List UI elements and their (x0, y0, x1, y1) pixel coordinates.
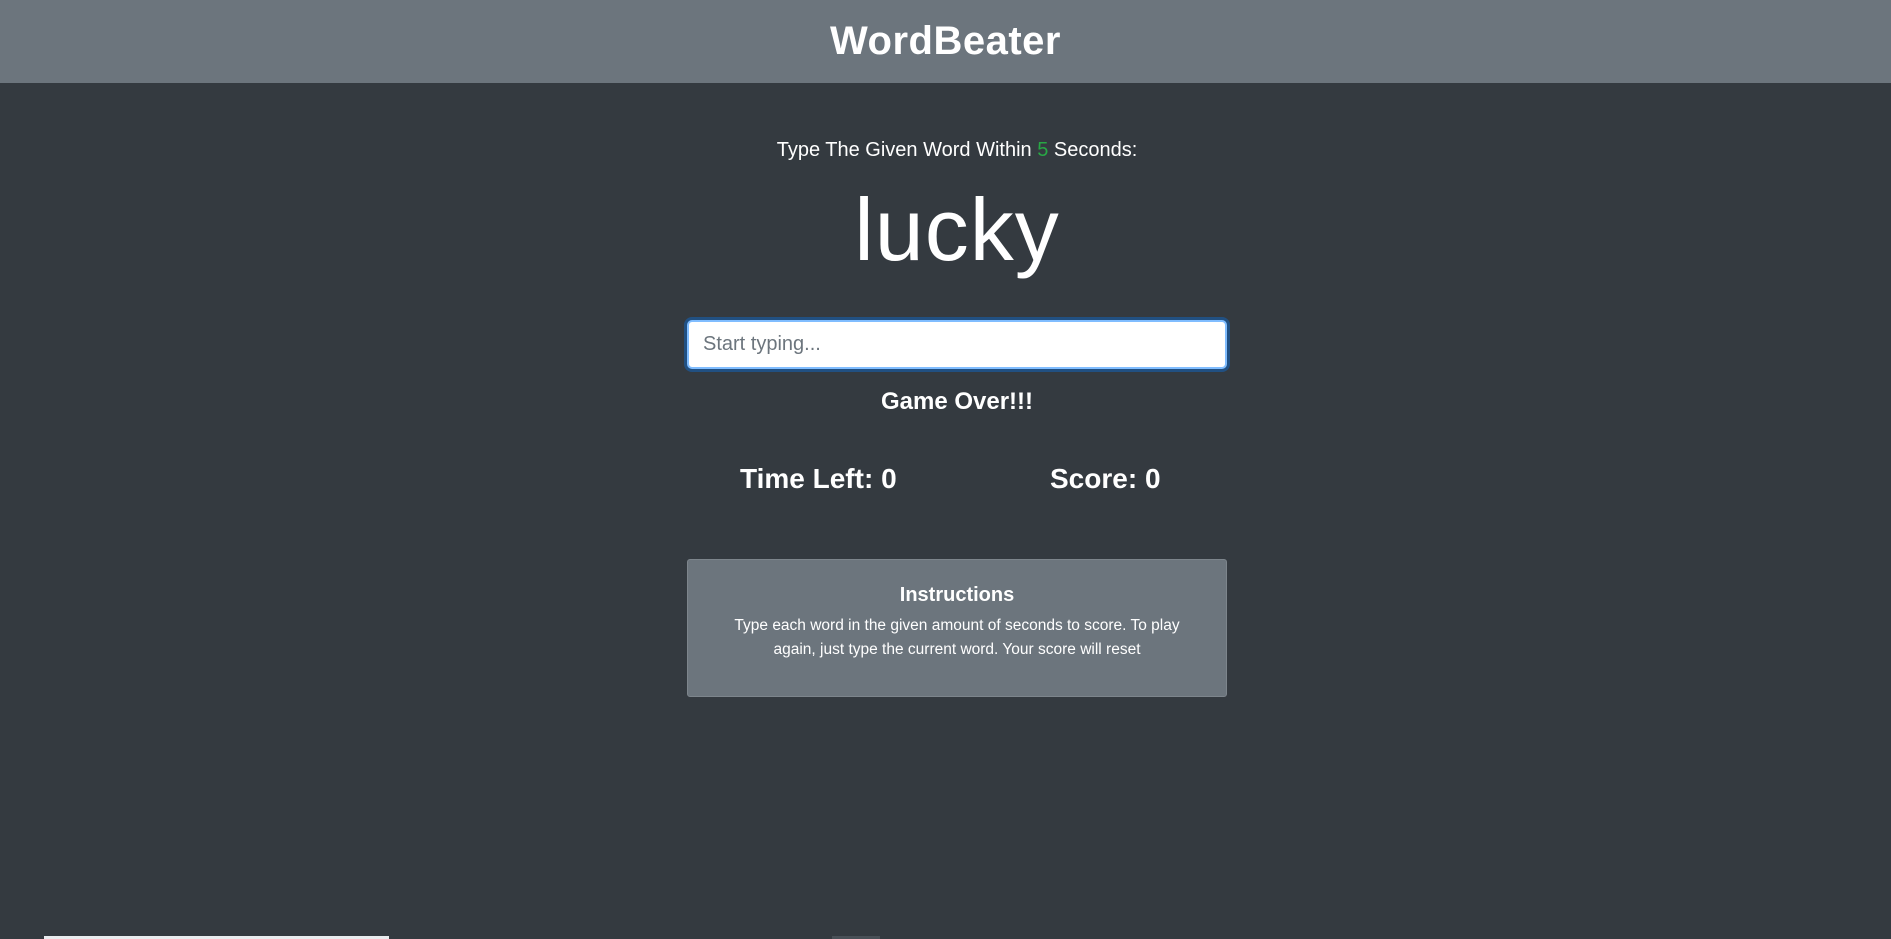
score-label: Score: (1050, 463, 1145, 494)
time-left: Time Left: 0 (740, 461, 897, 497)
time-left-value: 0 (881, 463, 897, 494)
brand-title[interactable]: WordBeater (830, 19, 1061, 64)
prompt-suffix: Seconds: (1048, 139, 1138, 161)
instructions-title: Instructions (899, 584, 1015, 606)
word-input[interactable] (687, 320, 1227, 369)
instructions-card: Instructions Type each word in the given… (687, 559, 1227, 697)
score-value: 0 (1144, 463, 1161, 494)
time-left-label: Time Left: (740, 463, 882, 494)
seconds-value: 5 (1037, 139, 1049, 161)
score: Score: 0 (1050, 461, 1161, 497)
game-container: Type The Given Word Within 5 Seconds: lu… (687, 83, 1227, 501)
current-word: lucky (854, 180, 1060, 279)
game-message: Game Over!!! (880, 388, 1034, 415)
prompt-prefix: Type The Given Word Within (776, 139, 1038, 161)
navbar: WordBeater (0, 0, 1891, 83)
game-prompt: Type The Given Word Within 5 Seconds: (687, 136, 1227, 164)
instructions-body: Type each word in the given amount of se… (734, 617, 1180, 658)
stats-row: Time Left: 0 Score: 0 (687, 461, 1227, 501)
